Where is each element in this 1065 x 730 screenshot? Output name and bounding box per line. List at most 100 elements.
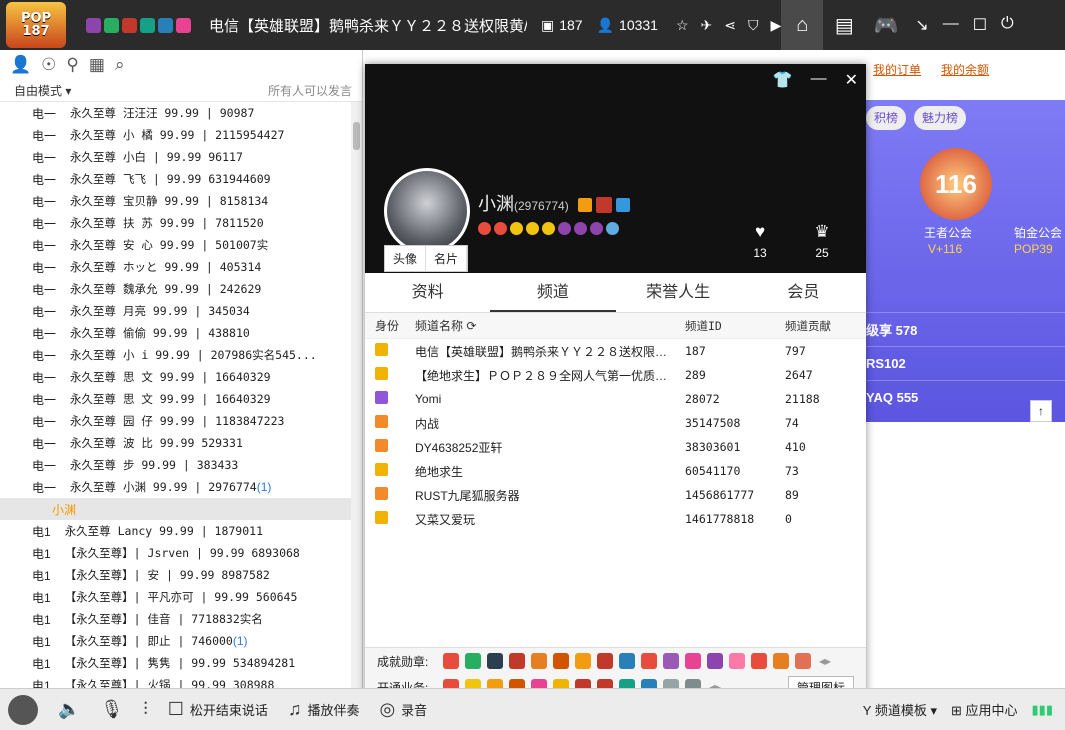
home-button[interactable]: ⌂ bbox=[781, 0, 824, 50]
user-list-row[interactable]: 电1 【永久至尊】| 即止 | 746000 (1) bbox=[0, 630, 352, 652]
user-list-row[interactable]: 电一 永久至尊 月亮 99.99 | 345034 bbox=[0, 300, 352, 322]
tab-member[interactable]: 会员 bbox=[741, 273, 866, 312]
user-list-row[interactable]: 电一 永久至尊 安 心 99.99 | 501007实 bbox=[0, 234, 352, 256]
table-row[interactable]: DY4638252亚轩 38303601 410 bbox=[365, 435, 866, 459]
avatar[interactable] bbox=[384, 168, 470, 254]
user-list-row[interactable]: 电一 永久至尊 小 橘 99.99 | 2115954427 bbox=[0, 124, 352, 146]
minimize-to-tray-icon[interactable]: ↘ bbox=[915, 15, 928, 35]
power-icon[interactable]: ⏻ bbox=[1001, 15, 1014, 35]
speak-mode-dropdown[interactable]: 自由模式 ▾ bbox=[14, 82, 71, 99]
avatar-button[interactable]: 头像 bbox=[385, 246, 427, 271]
user-list-row[interactable]: 电1 永久至尊 Lancy 99.99 | 1879011 bbox=[0, 520, 352, 542]
person-icon[interactable]: 👤 bbox=[10, 55, 31, 75]
video-icon[interactable]: ▶ bbox=[771, 17, 782, 34]
user-list-row[interactable]: 电一 永久至尊 飞飞 | 99.99 631944609 bbox=[0, 168, 352, 190]
template-button[interactable]: Y 频道模板 ▾ bbox=[863, 700, 937, 719]
chat-icon[interactable]: ☉ bbox=[41, 55, 56, 75]
user-list-row[interactable]: 电一 永久至尊 思 文 99.99 | 16640329 bbox=[0, 388, 352, 410]
shield-icon[interactable]: ⛉ bbox=[748, 17, 759, 34]
achievement-icon[interactable] bbox=[575, 653, 591, 669]
table-row[interactable]: 绝地求生 60541170 73 bbox=[365, 459, 866, 483]
table-row[interactable]: 又菜又爱玩 1461778818 0 bbox=[365, 507, 866, 531]
fans-stat[interactable]: ♛ 25 bbox=[806, 222, 838, 260]
user-list-row[interactable]: 电1 【永久至尊】| 隽隽 | 99.99 534894281 bbox=[0, 652, 352, 674]
table-row[interactable]: 电信【英雄联盟】鹅鸭杀来ＹＹ２２８送权限… 187 797 bbox=[365, 339, 866, 363]
user-list-row[interactable]: 电一 永久至尊 步 99.99 | 383433 bbox=[0, 454, 352, 476]
table-row[interactable]: 内战 35147508 74 bbox=[365, 411, 866, 435]
achievement-icon[interactable] bbox=[751, 653, 767, 669]
accompany-button[interactable]: ♫ 播放伴奏 bbox=[288, 699, 360, 720]
minimize-icon[interactable]: — bbox=[943, 15, 959, 35]
skin-icon[interactable]: 👕 bbox=[773, 70, 793, 90]
ranking-row[interactable]: 级享 578 bbox=[866, 312, 1065, 346]
user-list-row[interactable]: 电一 永久至尊 波 比 99.99 529331 bbox=[0, 432, 352, 454]
ranking-row[interactable]: RS102 bbox=[866, 346, 1065, 380]
my-orders-link[interactable]: 我的订单 bbox=[873, 61, 921, 78]
achievement-icon[interactable] bbox=[553, 653, 569, 669]
self-avatar[interactable] bbox=[8, 694, 38, 725]
tab-charm-rank[interactable]: 魅力榜 bbox=[914, 106, 967, 130]
achievement-icon[interactable] bbox=[509, 653, 525, 669]
achievement-icon[interactable] bbox=[773, 653, 789, 669]
user-list-row[interactable]: 电1 【永久至尊】| 安 | 99.99 8987582 bbox=[0, 564, 352, 586]
tab-channels[interactable]: 频道 bbox=[490, 273, 616, 312]
record-button[interactable]: ◎ 录音 bbox=[379, 699, 427, 720]
search-icon[interactable]: ⌕ bbox=[115, 55, 125, 75]
achievement-icon[interactable] bbox=[443, 653, 459, 669]
user-list-row[interactable]: 电一 永久至尊 小白 | 99.99 96117 bbox=[0, 146, 352, 168]
refresh-icon[interactable]: ⟳ bbox=[466, 319, 476, 333]
table-row[interactable]: Yomi 28072 21188 bbox=[365, 387, 866, 411]
tab-points-rank[interactable]: 积榜 bbox=[866, 106, 907, 130]
layout-button[interactable]: ▤ bbox=[823, 0, 865, 50]
user-list-row[interactable]: 电一 永久至尊 扶 苏 99.99 | 7811520 bbox=[0, 212, 352, 234]
game-button[interactable]: 🎮 bbox=[865, 0, 907, 50]
mic-button[interactable]: 🎙 bbox=[100, 699, 123, 720]
table-row[interactable]: RUST九尾狐服务器 1456861777 89 bbox=[365, 483, 866, 507]
user-list-row[interactable]: 电1 【永久至尊】| 平凡亦可 | 99.99 560645 bbox=[0, 586, 352, 608]
achievement-icon[interactable] bbox=[619, 653, 635, 669]
scrollbar-thumb[interactable] bbox=[353, 122, 360, 150]
share-icon[interactable]: ⋖ bbox=[724, 17, 736, 34]
location-icon[interactable]: ⚲ bbox=[66, 55, 78, 75]
card-button[interactable]: 名片 bbox=[426, 246, 468, 271]
achievement-icon[interactable] bbox=[597, 653, 613, 669]
user-list-row[interactable]: 电1 【永久至尊】| Jsrven | 99.99 6893068 bbox=[0, 542, 352, 564]
plane-icon[interactable]: ✈ bbox=[701, 17, 713, 34]
achievement-icon[interactable] bbox=[729, 653, 745, 669]
achievement-icon[interactable] bbox=[531, 653, 547, 669]
maximize-icon[interactable]: ☐ bbox=[973, 15, 987, 35]
app-center-button[interactable]: ⊞ 应用中心 bbox=[951, 700, 1018, 719]
tab-info[interactable]: 资料 bbox=[365, 273, 490, 312]
user-list-row[interactable]: 电一 永久至尊 小 i 99.99 | 207986实名545... bbox=[0, 344, 352, 366]
achievement-icon[interactable] bbox=[663, 653, 679, 669]
achievement-icon[interactable] bbox=[685, 653, 701, 669]
user-list-row[interactable]: 电一 永久至尊 偷偷 99.99 | 438810 bbox=[0, 322, 352, 344]
my-balance-link[interactable]: 我的余额 bbox=[941, 61, 989, 78]
user-list-row[interactable]: 电一 永久至尊 小渊 99.99 | 2976774 (1) bbox=[0, 476, 352, 498]
minimize-icon[interactable]: — bbox=[811, 70, 827, 90]
user-list-row[interactable]: 电一 永久至尊 思 文 99.99 | 16640329 bbox=[0, 366, 352, 388]
user-list-row[interactable]: 电一 永久至尊 宝贝静 99.99 | 8158134 bbox=[0, 190, 352, 212]
push-to-talk-toggle[interactable]: ☐ 松开结束说话 bbox=[168, 699, 268, 720]
chevron-right-icon[interactable]: ▸ bbox=[825, 654, 831, 668]
user-list-row[interactable]: 电一 永久至尊 园 仔 99.99 | 1183847223 bbox=[0, 410, 352, 432]
user-list-row[interactable]: 电一 永久至尊 ホッと 99.99 | 405314 bbox=[0, 256, 352, 278]
star-icon[interactable]: ☆ bbox=[676, 17, 689, 34]
tab-honor[interactable]: 荣誉人生 bbox=[616, 273, 741, 312]
user-list-row[interactable]: 小渊 bbox=[0, 498, 352, 520]
achievement-icon[interactable] bbox=[707, 653, 723, 669]
scroll-top-button[interactable]: ↑ bbox=[1030, 400, 1052, 422]
likes-stat[interactable]: ♥ 13 bbox=[744, 222, 776, 260]
user-list-row[interactable]: 电1 【永久至尊】| 火锅 | 99.99 308988 bbox=[0, 674, 352, 688]
volume-button[interactable]: 🔈 bbox=[58, 699, 80, 720]
achievement-icon[interactable] bbox=[795, 653, 811, 669]
achievement-icon[interactable] bbox=[487, 653, 503, 669]
close-icon[interactable]: ✕ bbox=[845, 70, 858, 90]
achievement-icon[interactable] bbox=[641, 653, 657, 669]
achievement-icon[interactable] bbox=[465, 653, 481, 669]
user-list-row[interactable]: 电1 【永久至尊】| 佳音 | 7718832实名 bbox=[0, 608, 352, 630]
user-list-row[interactable]: 电一 永久至尊 魏承允 99.99 | 242629 bbox=[0, 278, 352, 300]
table-row[interactable]: 【绝地求生】ＰＯＰ２８９全网人气第一优质… 289 2647 bbox=[365, 363, 866, 387]
user-list-row[interactable]: 电一 永久至尊 汪汪汪 99.99 | 90987 bbox=[0, 102, 352, 124]
user-list-scrollbar[interactable] bbox=[351, 102, 362, 688]
